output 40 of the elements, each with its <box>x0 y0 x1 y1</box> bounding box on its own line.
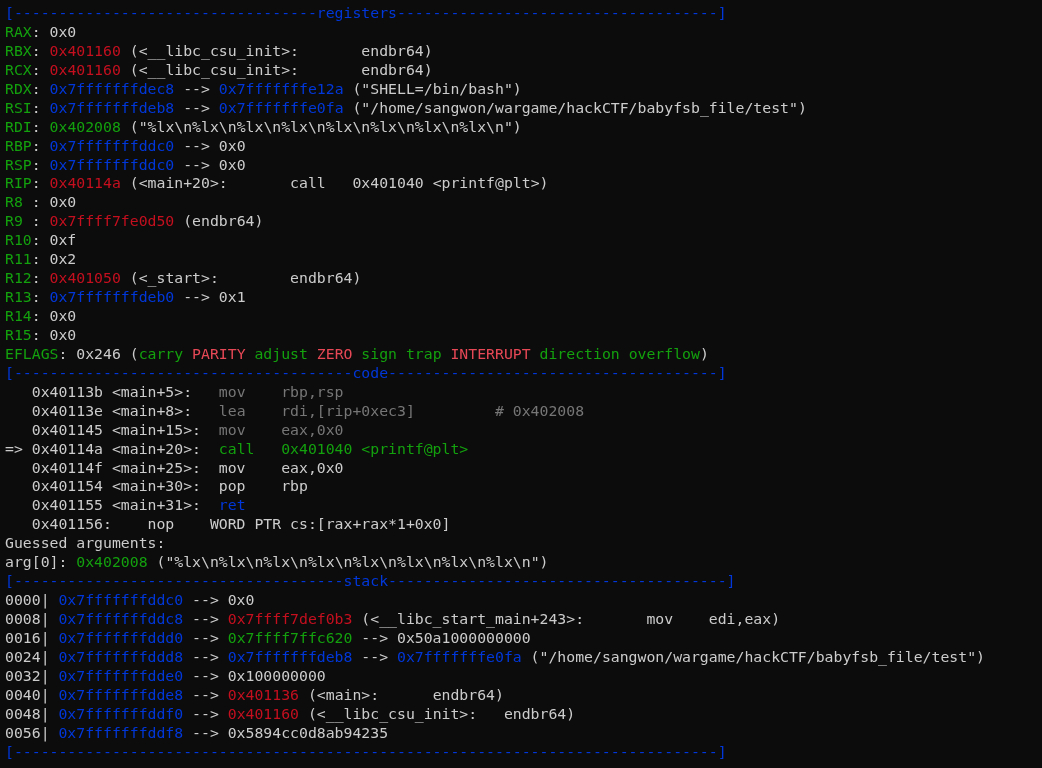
terminal-line: [--------------------------------------code-------------------------------------] <box>5 363 727 381</box>
terminal-line: R11: 0x2 <box>5 250 77 268</box>
terminal-line: R9 : 0x7ffff7fe0d50 (endbr64) <box>5 212 264 230</box>
terminal-line: Guessed arguments: <box>5 534 166 552</box>
terminal-line: 0016| 0x7fffffffddd0 --> 0x7ffff7ffc620 --> 0x50a1000000000 <box>5 628 531 646</box>
terminal-line: EFLAGS: 0x246 (carry PARITY adjust ZERO sign trap INTERRUPT direction overflow) <box>5 344 709 362</box>
terminal-line: 0024| 0x7fffffffddd8 --> 0x7fffffffdeb8 --> 0x7fffffffe0fa ("/home/sangwon/wargame/hackCTF/babyfsb_file/test") <box>5 647 985 665</box>
terminal-line: R10: 0xf <box>5 231 77 249</box>
terminal-line: 0000| 0x7fffffffddc0 --> 0x0 <box>5 591 255 609</box>
terminal-line: RAX: 0x0 <box>5 22 77 40</box>
terminal-line: [----------------------------------registers------------------------------------] <box>5 4 727 21</box>
terminal-line: 0x40113e <main+8>: lea rdi,[rip+0xec3] # 0x402008 <box>30 401 585 419</box>
terminal-line: RDI: 0x402008 ("%lx\n%lx\n%lx\n%lx\n%lx\n%lx\n%lx\n%lx\n") <box>5 117 522 135</box>
terminal-line: R15: 0x0 <box>5 325 77 343</box>
terminal-line: 0x40113b <main+5>: mov rbp,rsp <box>30 382 344 400</box>
terminal-line: RDX: 0x7fffffffdec8 --> 0x7fffffffe12a ("SHELL=/bin/bash") <box>5 79 522 97</box>
terminal-line: [-------------------------------------------------------------------------------] <box>5 742 727 760</box>
terminal-line: RBP: 0x7fffffffddc0 --> 0x0 <box>5 136 246 154</box>
terminal-line: arg[0]: 0x402008 ("%lx\n%lx\n%lx\n%lx\n%lx\n%lx\n%lx\n%lx\n") <box>5 553 549 571</box>
terminal-line: 0008| 0x7fffffffddc8 --> 0x7ffff7def0b3 (<__libc_start_main+243>: mov edi,eax) <box>5 610 781 627</box>
terminal-line: => 0x40114a <main+20>: call 0x401040 <printf@plt> <box>5 439 469 457</box>
terminal-line: 0x401156: nop WORD PTR cs:[rax+rax*1+0x0] <box>30 515 451 533</box>
terminal-line: 0x401145 <main+15>: mov eax,0x0 <box>30 420 344 438</box>
terminal-line: R14: 0x0 <box>5 307 77 324</box>
terminal-line: RIP: 0x40114a (<main+20>: call 0x401040 <printf@plt>) <box>5 174 549 192</box>
terminal-line: RSP: 0x7fffffffddc0 --> 0x0 <box>5 155 246 173</box>
terminal-line: 0056| 0x7fffffffddf8 --> 0x5894cc0d8ab94235 <box>5 723 389 741</box>
terminal-line: R13: 0x7fffffffdeb0 --> 0x1 <box>5 288 246 306</box>
terminal-line: RCX: 0x401160 (<__libc_csu_init>: endbr64) <box>5 60 433 78</box>
terminal-line: 0032| 0x7fffffffdde0 --> 0x100000000 <box>5 666 326 684</box>
terminal-line: R8 : 0x0 <box>5 193 77 211</box>
terminal-line: 0040| 0x7fffffffdde8 --> 0x401136 (<main>: endbr64) <box>5 685 504 703</box>
terminal-line: 0x401154 <main+30>: pop rbp <box>30 477 308 495</box>
terminal-line: RSI: 0x7fffffffdeb8 --> 0x7fffffffe0fa ("/home/sangwon/wargame/hackCTF/babyfsb_file/test") <box>5 98 807 116</box>
terminal-line: 0048| 0x7fffffffddf0 --> 0x401160 (<__libc_csu_init>: endbr64) <box>5 704 576 722</box>
terminal-line: 0x401155 <main+31>: ret <box>30 496 246 514</box>
terminal-line: [-------------------------------------stack--------------------------------------] <box>5 572 736 590</box>
terminal-line: R12: 0x401050 (<_start>: endbr64) <box>5 269 362 287</box>
terminal-line: RBX: 0x401160 (<__libc_csu_init>: endbr64) <box>5 41 433 59</box>
terminal-line: 0x40114f <main+25>: mov eax,0x0 <box>30 458 344 476</box>
